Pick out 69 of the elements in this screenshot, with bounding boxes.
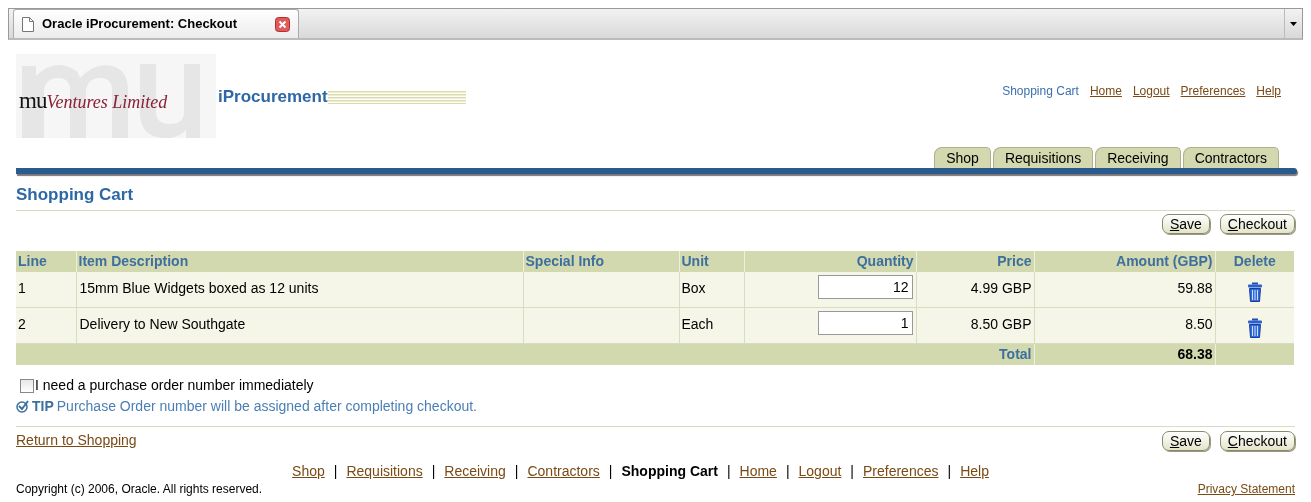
footer-link[interactable]: Requisitions (346, 461, 423, 482)
total-label: Total (916, 343, 1034, 365)
column-header: Unit (679, 250, 744, 272)
column-header: Amount (GBP) (1034, 250, 1215, 272)
footer-link[interactable]: Logout (798, 461, 842, 482)
table-cell: 4.99 GBP (916, 271, 1034, 308)
footer-link[interactable]: Receiving (444, 461, 506, 482)
company-logo: muVentures Limited (16, 54, 216, 138)
nav-tab[interactable]: Receiving (1095, 147, 1181, 168)
separator: | (431, 462, 436, 481)
global-link[interactable]: Preferences (1180, 82, 1246, 100)
column-header: Special Info (523, 250, 679, 272)
close-icon[interactable] (275, 16, 290, 32)
global-link[interactable]: Shopping Cart (1002, 82, 1079, 100)
column-header: Delete (1215, 250, 1294, 272)
checkbox-label: I need a purchase order number immediately (35, 376, 314, 395)
trash-icon[interactable] (1246, 281, 1263, 302)
table-cell: 2 (16, 307, 76, 344)
checkout-button[interactable]: Checkout (1219, 430, 1295, 451)
column-header: Item Description (76, 250, 523, 272)
column-header: Quantity (744, 250, 916, 272)
check-icon (16, 400, 29, 413)
global-link[interactable]: Home (1089, 82, 1122, 100)
table-cell: 1 (16, 271, 76, 308)
footer-link[interactable]: Help (960, 461, 989, 482)
separator: | (514, 462, 519, 481)
copyright: Copyright (c) 2006, Oracle. All rights reserved. (16, 481, 263, 498)
separator: | (850, 462, 854, 481)
column-header: Line (16, 250, 76, 272)
footer-link[interactable]: Shop (292, 461, 325, 482)
trash-icon[interactable] (1246, 318, 1263, 338)
table-cell: 59.88 (1034, 271, 1215, 308)
quantity-field[interactable]: 12 (817, 274, 913, 299)
save-button[interactable]: Save (1161, 213, 1210, 234)
table-cell: Box (679, 271, 744, 308)
nav-tab[interactable]: Requisitions (992, 147, 1094, 168)
table-cell: 15mm Blue Widgets boxed as 12 units (76, 271, 523, 308)
total-amount: 68.38 (1034, 343, 1215, 365)
checkbox[interactable] (20, 378, 34, 393)
table-cell: Each (679, 307, 744, 344)
return-link[interactable]: Return to Shopping (16, 430, 137, 451)
product-name: iProcurement (218, 86, 328, 108)
footer-link[interactable]: Preferences (863, 461, 939, 482)
table-cell: 8.50 GBP (916, 307, 1034, 344)
global-link[interactable]: Logout (1132, 82, 1170, 100)
tip-label: TIP (32, 397, 54, 416)
quantity-field[interactable]: 1 (817, 311, 913, 335)
separator: | (333, 462, 338, 481)
nav-tab[interactable]: Shop (934, 147, 991, 168)
separator: | (608, 462, 613, 481)
save-button[interactable]: Save (1161, 430, 1210, 451)
tip-text: Purchase Order number will be assigned after completing checkout. (56, 397, 477, 416)
browser-tab[interactable]: Oracle iProcurement: Checkout (13, 9, 299, 38)
separator: | (785, 462, 790, 481)
nav-tab[interactable]: Contractors (1182, 147, 1279, 168)
privacy-link[interactable]: Privacy Statement (1197, 480, 1295, 498)
column-header: Price (916, 250, 1034, 272)
caret-icon (1290, 21, 1297, 26)
footer-link[interactable]: Home (739, 461, 777, 482)
page-icon (22, 16, 34, 32)
footer-link[interactable]: Contractors (527, 461, 600, 482)
separator: | (947, 462, 952, 481)
tab-title: Oracle iProcurement: Checkout (42, 15, 239, 34)
checkout-button[interactable]: Checkout (1219, 213, 1295, 234)
page-title: Shopping Cart (16, 185, 134, 204)
table-cell: 8.50 (1034, 307, 1215, 344)
separator: | (726, 462, 731, 481)
global-link[interactable]: Help (1256, 82, 1281, 100)
table-cell: Delivery to New Southgate (76, 307, 523, 344)
